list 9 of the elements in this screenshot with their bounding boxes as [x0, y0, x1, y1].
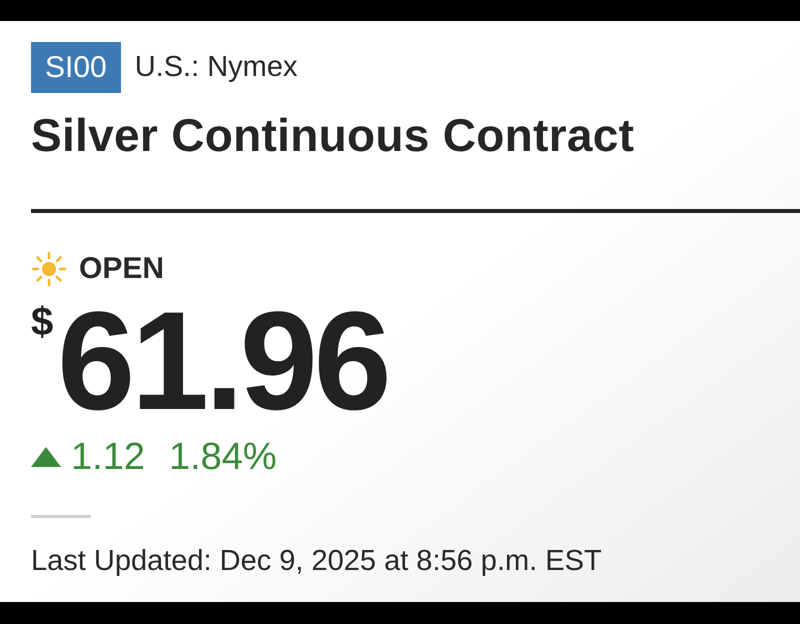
price-value: 61.96: [57, 293, 388, 429]
symbol-badge: SI00: [31, 42, 121, 93]
exchange-label: U.S.: Nymex: [134, 50, 298, 85]
page-title: Silver Continuous Contract: [31, 108, 636, 163]
change-percent: 1.84%: [168, 435, 277, 479]
currency-symbol: $: [31, 299, 54, 345]
market-status: OPEN: [79, 252, 164, 286]
last-updated: Last Updated: Dec 9, 2025 at 8:56 p.m. EST: [31, 544, 603, 578]
change-points: 1.12: [71, 435, 145, 479]
